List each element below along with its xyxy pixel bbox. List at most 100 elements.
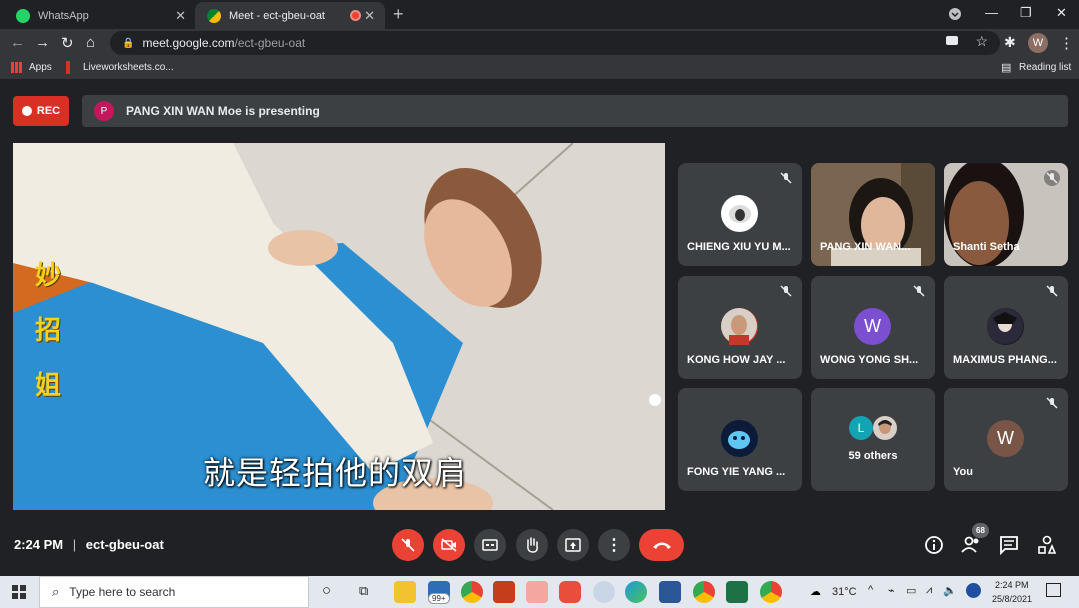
- chat-button[interactable]: [999, 535, 1019, 556]
- powerpoint-icon[interactable]: [493, 581, 515, 603]
- windows-start-icon[interactable]: [12, 585, 26, 599]
- taskbar-search-input[interactable]: ⌕ Type here to search: [39, 576, 309, 608]
- snipping-tool-icon[interactable]: [593, 581, 615, 603]
- chrome-profile-2-icon[interactable]: [760, 581, 782, 603]
- people-button[interactable]: 68: [961, 523, 989, 555]
- url-path: /ect-gbeu-oat: [234, 36, 306, 50]
- mic-muted-icon: [778, 170, 794, 186]
- bookmark-star-icon[interactable]: ☆: [975, 33, 988, 50]
- presenting-text: PANG XIN WAN Moe is presenting: [126, 104, 320, 118]
- omnibox[interactable]: 🔒 meet.google.com/ect-gbeu-oat ☆: [110, 31, 1000, 55]
- app-icon[interactable]: [559, 581, 581, 603]
- notification-icon[interactable]: [1046, 583, 1061, 597]
- participant-tile[interactable]: FONG YIE YANG ...: [678, 388, 802, 491]
- mic-muted-icon: [1044, 395, 1060, 411]
- camera-icon[interactable]: [946, 36, 958, 45]
- participant-tile-others[interactable]: L 59 others: [811, 388, 935, 491]
- chrome-profile-icon[interactable]: [693, 581, 715, 603]
- recording-badge: REC: [13, 96, 69, 126]
- reading-list[interactable]: Reading list: [1019, 62, 1071, 73]
- participant-name: FONG YIE YANG ...: [687, 466, 786, 478]
- side-char: 招: [35, 315, 62, 345]
- mail-badge: 99+: [428, 593, 450, 604]
- language-globe-icon[interactable]: [966, 583, 981, 598]
- bookmarks-bar: Apps Liveworksheets.co... ▤ Reading list: [0, 57, 1079, 79]
- record-dot-icon: [21, 106, 32, 116]
- bookmark-favicon-icon: [66, 61, 70, 74]
- weather-icon: ☁: [810, 586, 821, 598]
- reload-icon[interactable]: ↻: [61, 34, 74, 52]
- window-close-icon[interactable]: ✕: [1056, 5, 1067, 21]
- photo-avatar-icon: [721, 308, 758, 345]
- tab-search-icon[interactable]: [948, 7, 962, 24]
- chrome-icon[interactable]: [461, 581, 483, 603]
- activities-button[interactable]: [1037, 535, 1057, 555]
- new-tab-button[interactable]: +: [393, 4, 404, 25]
- participant-tile[interactable]: W WONG YONG SH...: [811, 276, 935, 379]
- tab-title: WhatsApp: [38, 9, 89, 22]
- mic-off-icon: [401, 538, 415, 552]
- windows-taskbar: ⌕ Type here to search ○ ⧉ 99+ ☁ 31°C ^ ⌁…: [0, 576, 1079, 608]
- people-icon: [961, 536, 979, 553]
- present-screen-icon: [565, 538, 581, 552]
- bookmark-liveworksheets[interactable]: Liveworksheets.co...: [83, 62, 174, 73]
- participant-tile[interactable]: CHIENG XIU YU M...: [678, 163, 802, 266]
- raise-hand-button[interactable]: [516, 529, 548, 561]
- battery-icon[interactable]: ▭: [906, 584, 916, 597]
- close-icon[interactable]: ✕: [175, 8, 186, 24]
- tab-meet[interactable]: Meet - ect-gbeu-oat ✕: [195, 2, 385, 29]
- participant-tile[interactable]: PANG XIN WAN...: [811, 163, 935, 266]
- tab-whatsapp[interactable]: WhatsApp ✕: [4, 2, 196, 29]
- media-player-icon[interactable]: [526, 581, 548, 603]
- side-char: 妙: [35, 260, 62, 290]
- participant-tile-self[interactable]: W You: [944, 388, 1068, 491]
- letter-avatar: W: [987, 420, 1024, 457]
- task-view-icon[interactable]: ⧉: [359, 583, 368, 599]
- captions-icon: [482, 539, 498, 551]
- sheep-avatar-icon: [721, 195, 758, 232]
- mic-muted-icon: [1044, 170, 1060, 186]
- cortana-icon[interactable]: ○: [322, 582, 331, 599]
- word-icon[interactable]: [659, 581, 681, 603]
- volume-icon[interactable]: 🔈: [943, 584, 957, 597]
- close-icon[interactable]: ✕: [364, 8, 375, 24]
- clock-date[interactable]: 25/8/2021: [992, 594, 1032, 604]
- forward-icon[interactable]: →: [35, 34, 50, 51]
- excel-icon[interactable]: [726, 581, 748, 603]
- participant-tile[interactable]: MAXIMUS PHANG...: [944, 276, 1068, 379]
- edge-icon[interactable]: [625, 581, 647, 603]
- captions-button[interactable]: [474, 529, 506, 561]
- photo-avatar-icon: [721, 420, 758, 457]
- home-icon[interactable]: ⌂: [86, 34, 95, 51]
- minimize-icon[interactable]: —: [985, 5, 998, 20]
- letter-avatar: L: [849, 416, 873, 440]
- menu-dots-icon[interactable]: ⋮: [1059, 34, 1074, 52]
- more-vert-icon: ⋮: [606, 537, 622, 554]
- maximize-icon[interactable]: ❐: [1020, 5, 1032, 21]
- wifi-icon[interactable]: ⩘: [926, 584, 932, 597]
- participant-tile[interactable]: KONG HOW JAY ...: [678, 276, 802, 379]
- file-explorer-icon[interactable]: [394, 581, 416, 603]
- camera-toggle-button[interactable]: [433, 529, 465, 561]
- participant-name: KONG HOW JAY ...: [687, 354, 786, 366]
- temperature[interactable]: 31°C: [832, 586, 857, 598]
- profile-avatar[interactable]: W: [1028, 33, 1048, 53]
- show-hidden-icons-icon[interactable]: ^: [868, 584, 873, 596]
- mic-toggle-button[interactable]: [392, 529, 424, 561]
- bookmark-apps[interactable]: Apps: [29, 62, 52, 73]
- network-icon[interactable]: ⌁: [888, 584, 895, 597]
- meeting-details-button[interactable]: [924, 535, 944, 555]
- present-button[interactable]: [557, 529, 589, 561]
- leave-call-button[interactable]: [639, 529, 684, 561]
- meeting-code: ect-gbeu-oat: [85, 537, 164, 552]
- clock-time[interactable]: 2:24 PM: [995, 580, 1029, 590]
- participant-name: CHIENG XIU YU M...: [687, 241, 791, 253]
- presenting-banner: P PANG XIN WAN Moe is presenting: [82, 95, 1068, 127]
- participant-tile[interactable]: Shanti Setha: [944, 163, 1068, 266]
- presentation-video[interactable]: 妙 招 姐 就是轻拍他的双肩: [13, 143, 665, 510]
- mic-muted-icon: [778, 283, 794, 299]
- photo-avatar-icon: [873, 416, 897, 440]
- more-options-button[interactable]: ⋮: [598, 529, 630, 561]
- back-icon[interactable]: ←: [10, 34, 25, 51]
- extensions-icon[interactable]: ✱: [1004, 34, 1016, 51]
